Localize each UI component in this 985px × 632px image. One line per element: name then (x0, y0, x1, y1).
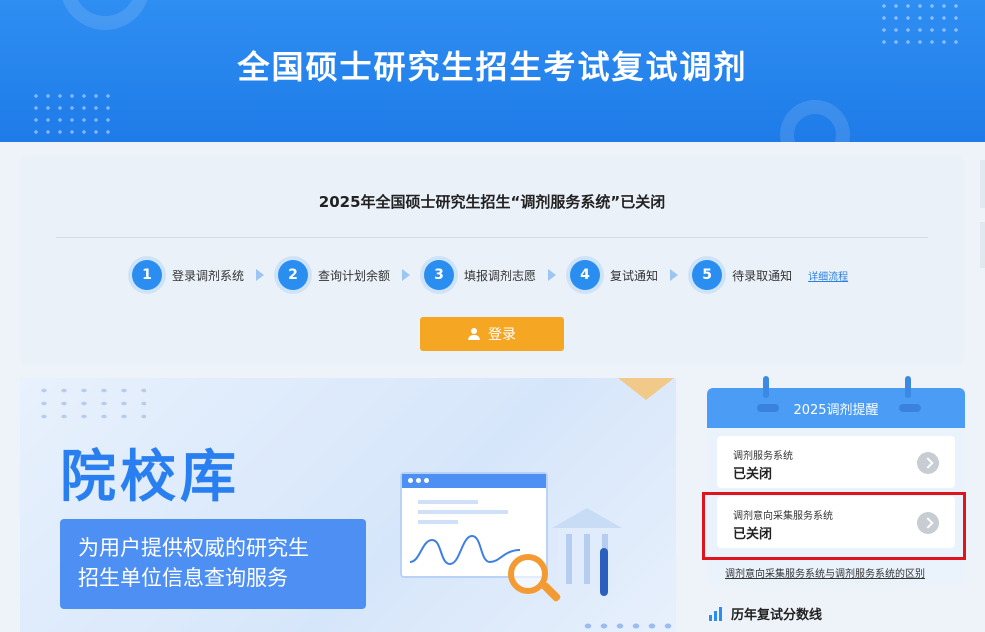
library-illustration (400, 462, 640, 612)
highlight-box (702, 492, 966, 560)
calendar-ring-icon (905, 376, 911, 398)
system-difference-link[interactable]: 调剂意向采集服务系统与调剂服务系统的区别 (725, 565, 925, 580)
pen-icon (600, 548, 608, 596)
arrow-right-icon (548, 269, 557, 281)
decor-circle (60, 0, 150, 30)
building-column (584, 534, 590, 584)
divider (56, 237, 928, 238)
arrow-right-icon (256, 269, 265, 281)
promo-subtitle-line: 为用户提供权威的研究生 (78, 536, 309, 560)
reminder-header: 2025调剂提醒 (707, 376, 965, 428)
step-1: 1 登录调剂系统 (132, 260, 244, 290)
promo-title: 院校库 (60, 445, 240, 510)
adjustment-service-system-item[interactable]: 调剂服务系统 已关闭 (717, 436, 955, 488)
step-label: 登录调剂系统 (172, 268, 245, 283)
step-label: 待录取通知 (732, 268, 793, 283)
decor-dots (34, 384, 146, 422)
chevron-right-icon[interactable] (917, 452, 939, 474)
bar (714, 610, 717, 621)
page-title: 全国硕士研究生招生考试复试调剂 (237, 48, 748, 86)
window-line (418, 510, 508, 514)
decor-circle (780, 100, 850, 142)
window-line (418, 500, 478, 504)
step-label: 填报调剂志愿 (464, 268, 537, 283)
side-edge (980, 160, 985, 208)
step-number: 3 (424, 260, 455, 290)
decor-dots (30, 90, 110, 134)
bar (709, 614, 712, 621)
calendar-ring-icon (763, 376, 769, 398)
detail-process-link[interactable]: 详细流程 (808, 268, 848, 283)
window-titlebar (402, 474, 546, 488)
step-label: 查询计划余额 (318, 268, 391, 283)
step-number: 1 (132, 260, 162, 290)
ribbon-icon (899, 404, 921, 412)
promo-subtitle: 为用户提供权威的研究生 招生单位信息查询服务 (60, 519, 366, 609)
header-banner: 全国硕士研究生招生考试复试调剂 (0, 0, 985, 142)
bar (719, 606, 722, 621)
ribbon-icon (757, 404, 779, 412)
window-line (418, 520, 458, 524)
promo-subtitle-line: 招生单位信息查询服务 (78, 566, 288, 590)
decor-triangle (618, 378, 674, 400)
arrow-right-icon (402, 269, 411, 281)
step-4: 4 复试通知 (570, 260, 658, 290)
system-closed-notice: 2025年全国硕士研究生招生“调剂服务系统”已关闭 (318, 193, 666, 211)
step-number: 2 (278, 260, 309, 290)
login-button[interactable]: 登录 (420, 317, 564, 351)
side-edge (980, 222, 985, 268)
decor-dots (878, 0, 958, 44)
history-scores-section[interactable]: 历年复试分数线 (709, 604, 822, 623)
step-3: 3 填报调剂志愿 (424, 260, 536, 290)
status-card: 2025年全国硕士研究生招生“调剂服务系统”已关闭 1 登录调剂系统 2 查询计… (20, 155, 964, 365)
system-name: 调剂服务系统 (733, 451, 793, 462)
system-status: 已关闭 (733, 467, 773, 482)
bar-chart-icon (709, 606, 723, 621)
step-2: 2 查询计划余额 (278, 260, 390, 290)
step-number: 5 (692, 260, 723, 290)
step-5: 5 待录取通知 (692, 260, 792, 290)
login-button-label: 登录 (488, 327, 516, 343)
building-column (566, 534, 572, 584)
building-roof (552, 508, 622, 528)
reminder-title: 2025调剂提醒 (793, 402, 879, 418)
step-number: 4 (570, 260, 601, 290)
window-dot (408, 478, 413, 483)
building-icon (552, 508, 622, 592)
user-icon (468, 328, 480, 340)
history-scores-label: 历年复试分数线 (731, 608, 823, 623)
process-steps: 1 登录调剂系统 2 查询计划余额 3 填报调剂志愿 4 复试通知 5 待录取通… (132, 259, 848, 291)
arrow-right-icon (670, 269, 679, 281)
step-label: 复试通知 (610, 268, 659, 283)
window-dot (416, 478, 421, 483)
window-dot (424, 478, 429, 483)
institution-library-banner[interactable]: 院校库 为用户提供权威的研究生 招生单位信息查询服务 (20, 378, 676, 632)
carousel-dots (580, 620, 676, 632)
